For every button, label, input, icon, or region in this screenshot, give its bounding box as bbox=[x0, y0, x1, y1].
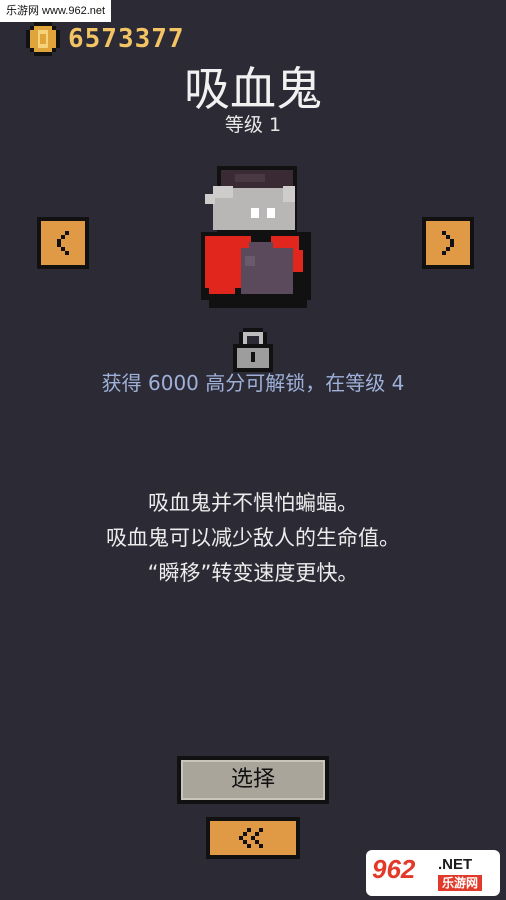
chevron-right-icon bbox=[442, 231, 454, 255]
vampire-sprite bbox=[201, 166, 311, 308]
lock-icon bbox=[233, 328, 273, 372]
back-button[interactable] bbox=[206, 817, 300, 859]
character-description: 吸血鬼并不惧怕蝙蝠。 吸血鬼可以减少敌人的生命值。 “瞬移”转变速度更快。 bbox=[0, 486, 506, 591]
double-chevron-left-icon bbox=[239, 828, 263, 848]
prev-character-button[interactable] bbox=[37, 217, 89, 269]
watermark-top: 乐游网 www.962.net bbox=[0, 0, 112, 22]
coin-count: 6573377 bbox=[68, 24, 185, 54]
logo-number: 962 bbox=[372, 854, 416, 884]
coin-counter: 6573377 bbox=[26, 22, 185, 56]
description-line: “瞬移”转变速度更快。 bbox=[147, 561, 359, 585]
description-line: 吸血鬼并不惧怕蝙蝠。 bbox=[148, 491, 358, 515]
chevron-left-icon bbox=[57, 231, 69, 255]
description-line: 吸血鬼可以减少敌人的生命值。 bbox=[106, 526, 400, 550]
logo-suffix: .NET bbox=[438, 856, 473, 873]
site-logo: 962 .NET 乐游网 bbox=[366, 850, 500, 896]
coin-icon bbox=[26, 22, 60, 56]
next-character-button[interactable] bbox=[422, 217, 474, 269]
logo-cn-text: 乐游网 bbox=[438, 875, 483, 891]
character-level: 等级 1 bbox=[224, 114, 282, 136]
unlock-requirement: 获得 6000 高分可解锁，在等级 4 bbox=[101, 371, 405, 395]
select-button[interactable]: 选择 bbox=[177, 756, 329, 804]
